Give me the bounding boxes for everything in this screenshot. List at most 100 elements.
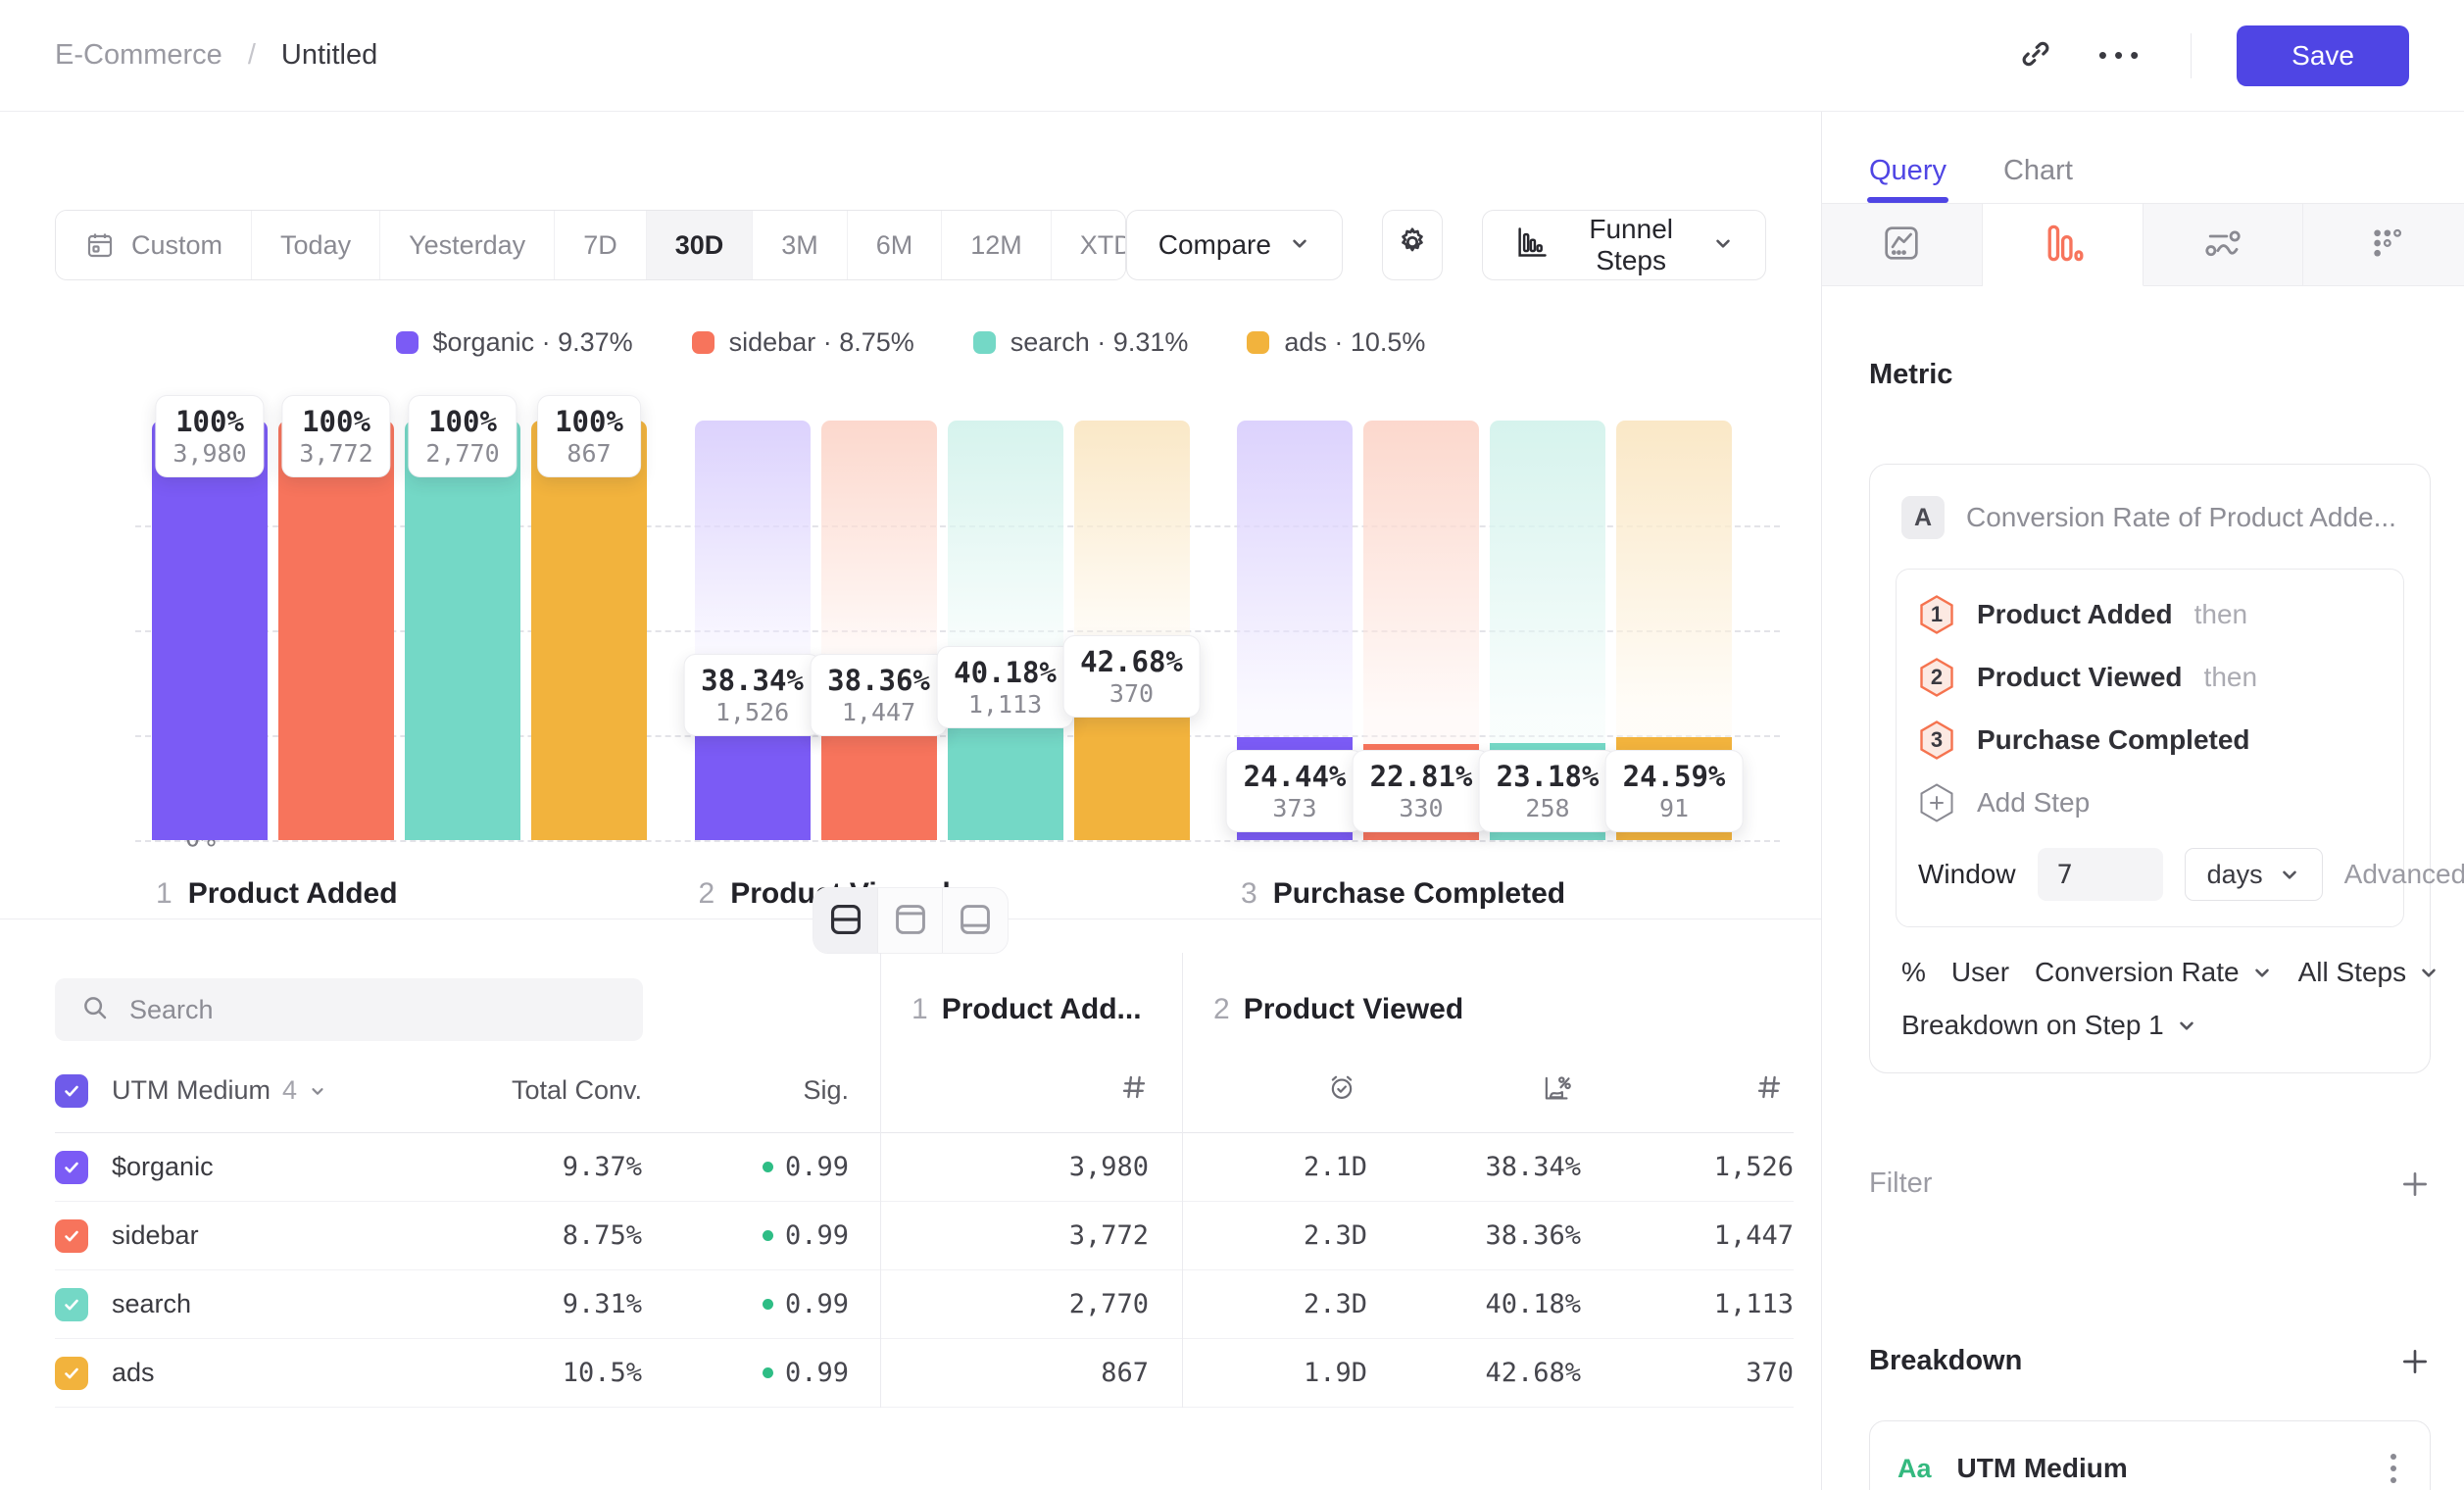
legend-label: ads · 10.5%: [1284, 327, 1425, 358]
count-column-header[interactable]: [880, 1072, 1182, 1109]
funnel-chart: 75%50%25%0%100%3,980100%3,772100%2,77010…: [143, 421, 1780, 917]
total-conv-header[interactable]: Total Conv.: [421, 1075, 642, 1106]
share-link-button[interactable]: [2018, 36, 2053, 74]
search-input[interactable]: [129, 995, 561, 1025]
step2-count: 1,447: [1581, 1220, 1794, 1251]
previous-step-ghost-bar: [948, 421, 1063, 671]
row-checkbox[interactable]: [55, 1151, 88, 1184]
hash-icon: [1754, 1072, 1784, 1109]
add-step-button[interactable]: Add Step: [1918, 771, 2382, 834]
range-today[interactable]: Today: [252, 211, 380, 279]
table-row[interactable]: sidebar8.75%0.993,7722.3D38.36%1,447: [55, 1202, 1794, 1270]
breakdown-property-card[interactable]: Aa UTM Medium: [1869, 1420, 2431, 1490]
breakdown-on-selector[interactable]: Breakdown on Step 1: [1896, 994, 2404, 1063]
window-value-input[interactable]: [2038, 848, 2163, 901]
bar-pct-label: 100%: [425, 405, 499, 438]
scope-selector[interactable]: All Steps: [2298, 957, 2440, 988]
step-group-title-2: 2 Product Viewed: [1182, 993, 1794, 1026]
bar-segment[interactable]: [278, 421, 394, 840]
query-step-2[interactable]: 2Product Viewedthen: [1918, 646, 2382, 709]
plus-hexagon-icon: [1918, 782, 1955, 823]
save-button[interactable]: Save: [2237, 25, 2409, 86]
select-all-checkbox[interactable]: [55, 1074, 88, 1108]
metric-title-row[interactable]: A Conversion Rate of Product Adde...: [1896, 492, 2404, 543]
query-step-3[interactable]: 3Purchase Completed: [1918, 709, 2382, 771]
bar-segment[interactable]: [405, 421, 520, 840]
sig-dot-icon: [763, 1367, 773, 1378]
layout-toggle-split-view[interactable]: [813, 888, 878, 953]
chevron-down-icon: [2418, 962, 2439, 983]
legend-item[interactable]: sidebar · 8.75%: [692, 327, 914, 358]
gear-icon: [1395, 224, 1430, 267]
more-menu-button[interactable]: •••: [2098, 40, 2145, 71]
previous-step-ghost-bar: [1490, 421, 1605, 743]
chevron-down-icon: [1289, 229, 1310, 261]
breakdown-column-header[interactable]: UTM Medium 4: [112, 1075, 326, 1106]
table-search[interactable]: [55, 978, 643, 1041]
count-column-header[interactable]: [1581, 1072, 1794, 1109]
row-checkbox[interactable]: [55, 1357, 88, 1390]
time-to-convert: 1.9D: [1182, 1358, 1367, 1388]
table-row[interactable]: search9.31%0.992,7702.3D40.18%1,113: [55, 1270, 1794, 1339]
range-12m[interactable]: 12M: [942, 211, 1052, 279]
chevron-down-icon: [2251, 962, 2273, 983]
bar-pct-label: 22.81%: [1370, 760, 1473, 793]
add-filter-button[interactable]: [2399, 1168, 2431, 1200]
bar-pct-label: 100%: [555, 405, 623, 438]
range-yesterday[interactable]: Yesterday: [380, 211, 555, 279]
range-7d[interactable]: 7D: [555, 211, 647, 279]
tab-query[interactable]: Query: [1869, 155, 1947, 203]
range-custom[interactable]: Custom: [56, 211, 252, 279]
total-conv-value: 8.75%: [421, 1220, 642, 1251]
query-panel: Query Chart: [1821, 112, 2464, 1490]
layout-toggle-table-only[interactable]: [943, 888, 1008, 953]
range-6m[interactable]: 6M: [848, 211, 943, 279]
layout-toggle-chart-only[interactable]: [878, 888, 943, 953]
chart-settings-button[interactable]: [1382, 210, 1443, 280]
range-3m[interactable]: 3M: [753, 211, 848, 279]
table-row[interactable]: $organic9.37%0.993,9802.1D38.34%1,526: [55, 1133, 1794, 1202]
entity-selector[interactable]: User: [1951, 957, 2009, 988]
breadcrumb-current[interactable]: Untitled: [281, 39, 377, 72]
legend-item[interactable]: ads · 10.5%: [1247, 327, 1425, 358]
tab-chart[interactable]: Chart: [2003, 155, 2073, 203]
bar-value-badge: 100%3,772: [281, 395, 390, 477]
table-body: $organic9.37%0.993,9802.1D38.34%1,526sid…: [55, 1133, 1794, 1408]
breadcrumb-parent[interactable]: E-Commerce: [55, 39, 222, 72]
row-checkbox[interactable]: [55, 1219, 88, 1253]
legend-swatch: [1247, 331, 1269, 354]
sig-dot-icon: [763, 1299, 773, 1310]
range-30d[interactable]: 30D: [647, 211, 754, 279]
compare-button[interactable]: Compare: [1126, 210, 1343, 280]
range-xtd[interactable]: XTD: [1052, 211, 1126, 279]
chart-type-funnel[interactable]: [1983, 204, 2144, 286]
query-step-1[interactable]: 1Product Addedthen: [1918, 583, 2382, 646]
chart-type-flow[interactable]: [2144, 204, 2304, 286]
funnel-step-group: 100%3,980100%3,772100%2,770100%867: [152, 421, 647, 840]
bar-segment[interactable]: [152, 421, 268, 840]
bar-count-label: 2,770: [425, 439, 499, 468]
chart-legend: $organic · 9.37% sidebar · 8.75% search · …: [0, 327, 1821, 358]
legend-item[interactable]: $organic · 9.37%: [396, 327, 633, 358]
step1-count: 2,770: [880, 1289, 1182, 1319]
legend-item[interactable]: search · 9.31%: [973, 327, 1189, 358]
previous-step-ghost-bar: [695, 421, 811, 679]
conversion-rate-header[interactable]: [1367, 1071, 1581, 1110]
bar-value-badge: 24.59%91: [1605, 750, 1744, 832]
chart-type-insights[interactable]: [1822, 204, 1983, 286]
add-breakdown-button[interactable]: [2399, 1346, 2431, 1377]
bar-pct-label: 24.44%: [1244, 760, 1347, 793]
metric-selector[interactable]: Conversion Rate: [2035, 957, 2273, 988]
significance-header[interactable]: Sig.: [642, 1075, 880, 1106]
row-checkbox[interactable]: [55, 1288, 88, 1321]
bar-value-badge: 100%2,770: [408, 395, 517, 477]
advanced-toggle[interactable]: Advanced: [2344, 859, 2464, 890]
time-to-convert-header[interactable]: [1182, 1071, 1367, 1110]
kebab-menu-icon[interactable]: [2385, 1448, 2402, 1489]
table-row[interactable]: ads10.5%0.998671.9D42.68%370: [55, 1339, 1794, 1408]
grid-dots-icon-tab[interactable]: [2303, 204, 2464, 286]
bar-segment[interactable]: [531, 421, 647, 840]
chart-type-picker-button[interactable]: Funnel Steps: [1482, 210, 1766, 280]
window-unit-select[interactable]: days: [2185, 848, 2323, 901]
funnel-bar-search: 40.18%1,113: [948, 421, 1063, 840]
